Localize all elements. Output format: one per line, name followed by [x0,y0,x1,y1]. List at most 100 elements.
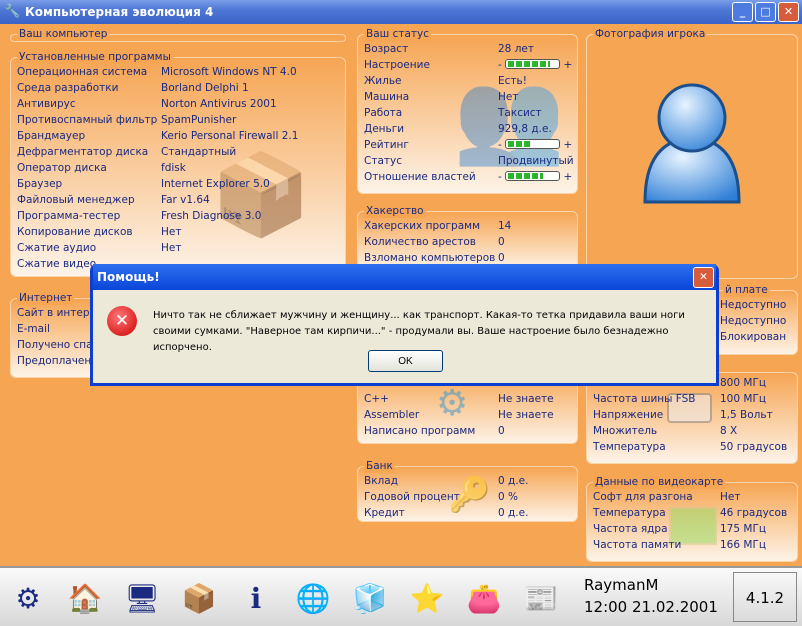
newspaper-icon[interactable]: 📰 [521,578,561,618]
info-row: C++ Не знаете [364,391,554,407]
bar-control: - + [498,57,572,73]
version-label: 4.1.2 [733,572,797,622]
row-label: Антивирус [17,98,76,110]
info-row: Годовой процент 0 % [364,489,518,505]
row-label: Сжатие аудио [17,242,97,254]
globe-icon[interactable]: 🌐 [293,578,333,618]
row-label: Кредит [364,507,405,519]
row-value: Нет [720,491,741,503]
row-value: Есть! [498,75,527,87]
row-label: Браузер [17,178,63,190]
row-label: Операционная система [17,66,148,78]
row-label: Копирование дисков [17,226,133,238]
row-label: Частота памяти [593,539,682,551]
status-row: Возраст 28 лет [364,41,534,57]
minimize-button[interactable]: _ [732,2,753,22]
row-value: 0 д.е. [498,475,529,487]
close-button[interactable]: ✕ [778,2,799,22]
bar-fill [508,141,531,147]
row-value: 166 МГц [720,539,766,551]
row-value: Нет [161,226,182,238]
error-icon: ✕ [107,306,137,336]
decrease-button[interactable]: - [498,59,502,71]
gear-icon: ⚙ [436,383,469,424]
row-label: Годовой процент [364,491,460,503]
row-value: 800 МГц [720,377,766,389]
row-label: Программа-тестер [17,210,121,222]
row-label: Предоплачено [17,355,98,367]
status-title: Ваш статус [364,28,432,41]
info-row: Брандмауер Kerio Personal Firewall 2.1 [17,128,298,144]
row-value: fdisk [161,162,186,174]
info-row: Частота памяти 166 МГц [593,537,766,553]
player-avatar-icon [643,83,741,204]
row-label: Дефрагментатор диска [17,146,149,158]
datetime: 12:00 21.02.2001 [584,598,718,616]
internet-title: Интернет [17,292,75,305]
row-value: Недоступно [720,315,787,327]
info-row: Напряжение 1,5 Вольт [593,407,773,423]
wallet-icon[interactable]: 👛 [464,578,504,618]
hacking-title: Хакерство [364,205,426,218]
info-row: Вклад 0 д.е. [364,473,528,489]
row-label: Файловый менеджер [17,194,135,206]
info-row: Температура 46 градусов [593,505,787,521]
row-label: Сжатие видео [17,258,97,270]
status-row: Машина Нет [364,89,518,105]
maximize-button[interactable]: □ [755,2,776,22]
row-label: Температура [593,441,666,453]
decrease-button[interactable]: - [498,139,502,151]
computer-icon[interactable]: 🖥 [122,578,162,618]
row-value: 929,8 д.е. [498,123,552,135]
increase-button[interactable]: + [563,59,572,71]
row-label: Температура [593,507,666,519]
row-label: Статус [364,155,402,167]
info-row: Частота шины FSB 100 МГц [593,391,766,407]
decrease-button[interactable]: - [498,171,502,183]
row-label: Множитель [593,425,658,437]
info-row: Хакерских программ 14 [364,218,511,234]
dialog-title: Помощь! [93,264,716,290]
row-value: Не знаете [498,409,554,421]
bank-panel: Банк 🔑 Вклад 0 д.е. Годовой процент 0 % Кред… [357,460,578,522]
taskbar: RaymanM 12:00 21.02.2001 4.1.2 ⚙ 🏠 🖥 📦 ℹ 🌐 🧊 ⭐ 👛… [0,566,802,626]
info-row: Написано программ 0 [364,423,505,439]
software-box-icon[interactable]: 📦 [179,578,219,618]
row-label: Противоспамный фильтр [17,114,158,126]
row-label: Отношение властей [364,171,476,183]
info-row: Множитель 8 X [593,423,737,439]
computer-title: Ваш компьютер [17,28,110,41]
increase-button[interactable]: + [563,171,572,183]
row-value: Borland Delphi 1 [161,82,249,94]
hacking-panel: Хакерство Хакерских программ 14 Количество… [357,205,578,271]
row-value: Продвинутый [498,155,574,167]
row-value: 0 д.е. [498,507,529,519]
row-value: Таксист [498,107,542,119]
cubes-icon[interactable]: 🧊 [350,578,390,618]
dialog-close-button[interactable]: ✕ [693,267,714,288]
row-label: Возраст [364,43,409,55]
row-label: Софт для разгона [593,491,693,503]
row-value: Стандартный [161,146,237,158]
progress-bar [505,139,561,149]
row-value: 175 МГц [720,523,766,535]
bank-title: Банк [364,460,395,473]
bar-control: - + [498,137,572,153]
row-value: Internet Explorer 5.0 [161,178,270,190]
kde-gear-icon[interactable]: ⚙ [8,578,48,618]
motherboard-title: й плате [723,284,770,297]
star-icon[interactable]: ⭐ [407,578,447,618]
info-row: Браузер Internet Explorer 5.0 [17,176,270,192]
row-value: 100 МГц [720,393,766,405]
row-value: 1,5 Вольт [720,409,773,421]
row-value: 8 X [720,425,738,437]
home-icon[interactable]: 🏠 [65,578,105,618]
row-label: Assembler [364,409,420,421]
ok-button[interactable]: OK [368,350,443,372]
info-row: E-mail [17,321,50,337]
row-label: Машина [364,91,410,103]
status-row: Настроение - + [364,57,572,73]
info-board-icon[interactable]: ℹ [236,578,276,618]
row-value: 28 лет [498,43,534,55]
increase-button[interactable]: + [563,139,572,151]
